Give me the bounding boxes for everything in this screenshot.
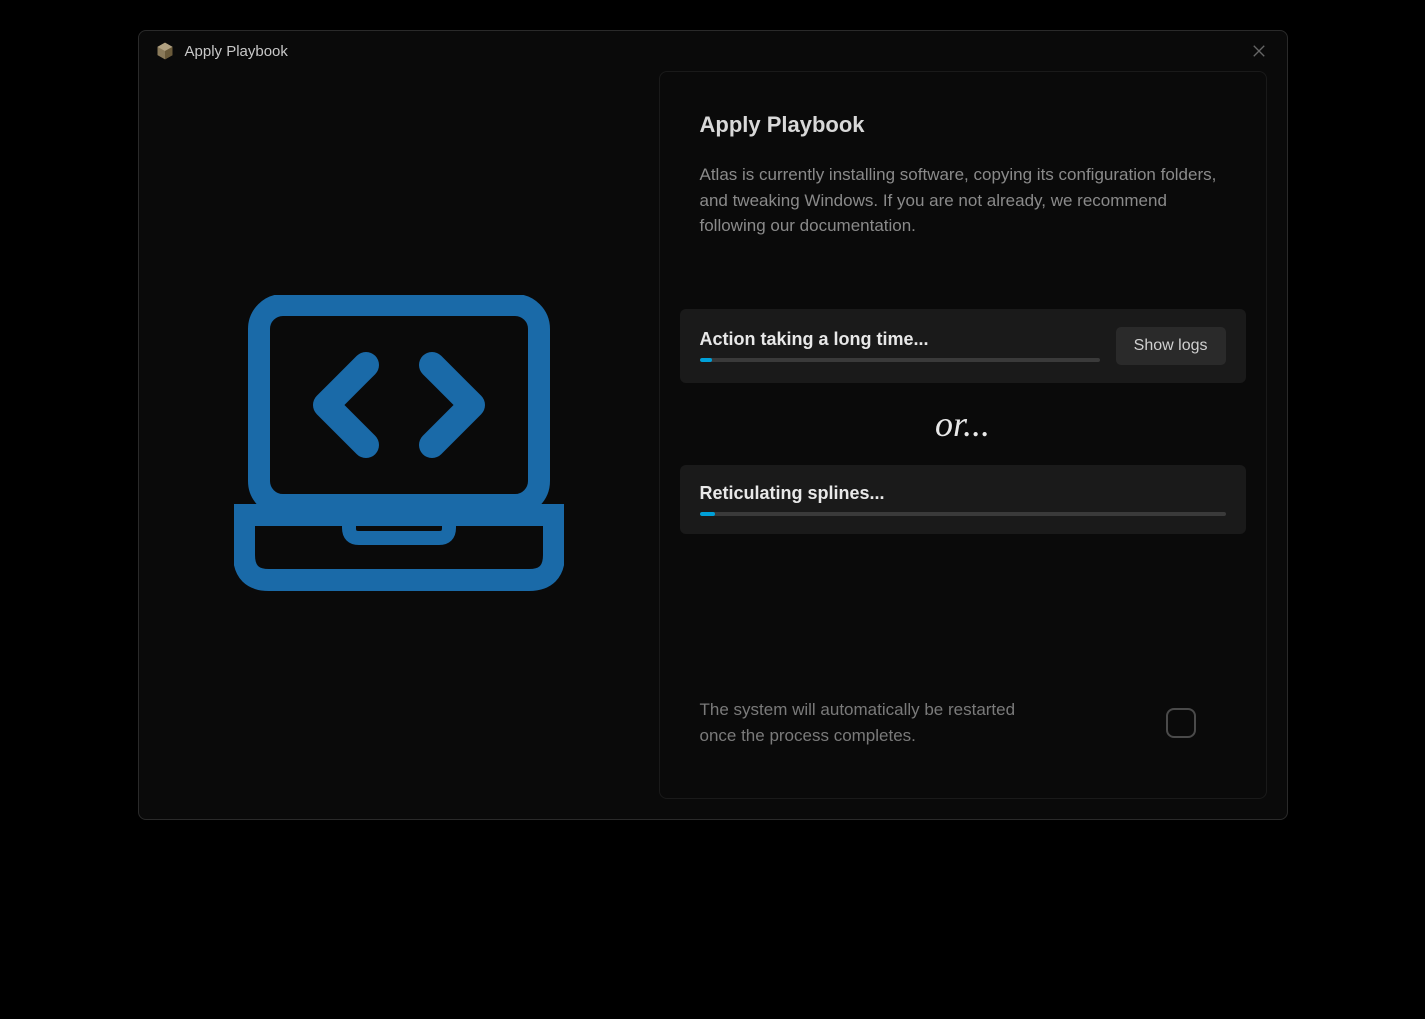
progress-card-first: Action taking a long time... Show logs bbox=[680, 309, 1246, 383]
progress-bar-first bbox=[700, 358, 1100, 362]
panel-title: Apply Playbook bbox=[700, 112, 1226, 138]
restart-checkbox[interactable] bbox=[1166, 708, 1196, 738]
progress-row: Action taking a long time... Show logs bbox=[700, 327, 1226, 365]
footer-text: The system will automatically be restart… bbox=[700, 697, 1040, 748]
footer: The system will automatically be restart… bbox=[660, 677, 1266, 778]
progress-card-second: Reticulating splines... bbox=[680, 465, 1246, 534]
window: Apply Playbook bbox=[138, 30, 1288, 820]
window-title: Apply Playbook bbox=[185, 43, 288, 60]
close-button[interactable] bbox=[1247, 39, 1271, 63]
progress-label-second: Reticulating splines... bbox=[700, 483, 1226, 504]
laptop-code-icon bbox=[234, 295, 564, 595]
progress-fill-first bbox=[700, 358, 712, 362]
app-cube-icon bbox=[155, 41, 175, 61]
progress-content: Action taking a long time... bbox=[700, 329, 1100, 362]
titlebar: Apply Playbook bbox=[139, 31, 1287, 71]
progress-bar-second bbox=[700, 512, 1226, 516]
titlebar-left: Apply Playbook bbox=[155, 41, 288, 61]
panel-inner: Apply Playbook Atlas is currently instal… bbox=[660, 112, 1266, 677]
left-panel bbox=[139, 71, 659, 819]
progress-label-first: Action taking a long time... bbox=[700, 329, 1100, 350]
panel-description: Atlas is currently installing software, … bbox=[700, 162, 1226, 239]
progress-fill-second bbox=[700, 512, 716, 516]
progress-content-second: Reticulating splines... bbox=[700, 483, 1226, 516]
or-divider: or... bbox=[700, 403, 1226, 445]
right-panel: Apply Playbook Atlas is currently instal… bbox=[659, 71, 1267, 799]
show-logs-button[interactable]: Show logs bbox=[1116, 327, 1226, 365]
content: Apply Playbook Atlas is currently instal… bbox=[139, 71, 1287, 819]
